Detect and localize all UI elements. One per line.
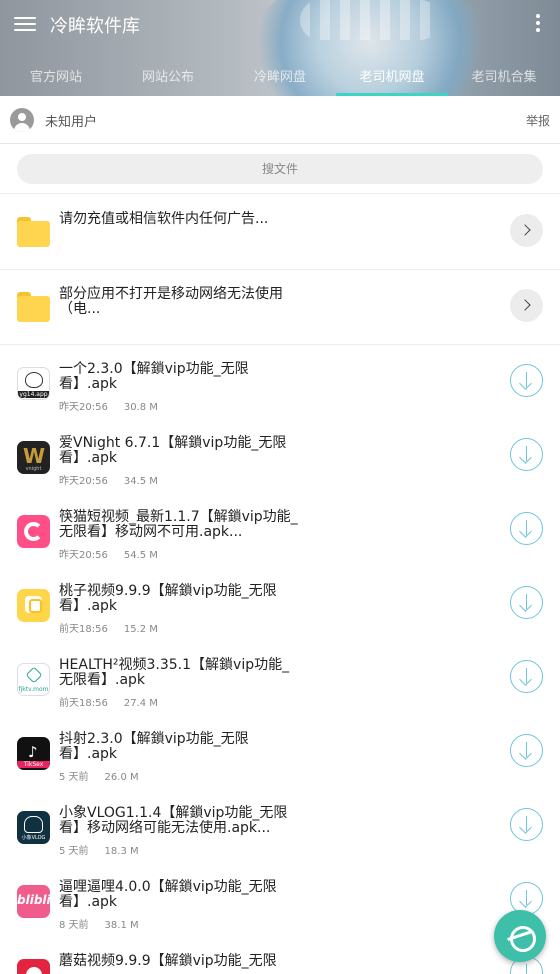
file-size: 30.8 M bbox=[123, 402, 158, 413]
file-size: 15.2 M bbox=[123, 624, 158, 635]
file-title: 逼哩逼哩4.0.0【解鎖vip功能_无限看】.apk bbox=[59, 879, 277, 910]
file-size: 27.4 M bbox=[123, 698, 158, 709]
tab-laosiji-collection[interactable]: 老司机合集 bbox=[448, 58, 560, 96]
health-app-icon: fjktv.mom bbox=[17, 663, 50, 696]
file-item[interactable]: ♪ TikSex 抖射2.3.0【解鎖vip功能_无限看】.apk 5 天前 26.… bbox=[0, 715, 560, 789]
file-meta: 8 天前 38.1 M bbox=[59, 916, 139, 931]
folder-title: 部分应用不打开是移动网络无法使用（电... bbox=[59, 286, 283, 317]
file-meta: 5 天前 18.3 M bbox=[59, 842, 139, 857]
file-item[interactable]: fjktv.mom HEALTH²视频3.35.1【解鎖vip功能_无限看】.a… bbox=[0, 641, 560, 715]
file-title: 蘑菇视频9.9.9【解鎖vip功能_无限 bbox=[59, 953, 277, 969]
file-title: 桃子视频9.9.9【解鎖vip功能_无限看】.apk bbox=[59, 583, 277, 614]
file-item[interactable]: 筷猫短视频_最新1.1.7【解鎖vip功能_无限看】移动网不可用.apk... … bbox=[0, 493, 560, 567]
browser-fab-icon[interactable] bbox=[494, 910, 546, 962]
file-meta: 前天18:56 15.2 M bbox=[59, 620, 158, 635]
kuaimao-app-icon bbox=[17, 515, 50, 548]
file-meta: 前天18:56 27.4 M bbox=[59, 694, 158, 709]
file-time: 昨天20:56 bbox=[59, 476, 108, 487]
file-item[interactable]: 蘑菇视频9.9.9【解鎖vip功能_无限 bbox=[0, 937, 560, 974]
download-icon[interactable] bbox=[510, 586, 543, 619]
download-icon[interactable] bbox=[510, 808, 543, 841]
file-item[interactable]: Wvnight 爱VNight 6.7.1【解鎖vip功能_无限看】.apk 昨… bbox=[0, 419, 560, 493]
file-time: 昨天20:56 bbox=[59, 402, 108, 413]
file-time: 昨天20:56 bbox=[59, 550, 108, 561]
download-icon[interactable] bbox=[510, 364, 543, 397]
tab-site-announcement[interactable]: 网站公布 bbox=[112, 58, 224, 96]
download-icon[interactable] bbox=[510, 438, 543, 471]
file-item[interactable]: blibli 逼哩逼哩4.0.0【解鎖vip功能_无限看】.apk 8 天前 38… bbox=[0, 863, 560, 937]
file-time: 8 天前 bbox=[59, 920, 89, 931]
file-meta: 5 天前 26.0 M bbox=[59, 768, 139, 783]
search-bar bbox=[0, 144, 560, 194]
file-title: 小象VLOG1.1.4【解鎖vip功能_无限看】移动网络可能无法使用.apk..… bbox=[59, 805, 288, 836]
blibli-app-icon: blibli bbox=[17, 885, 50, 918]
file-title: 抖射2.3.0【解鎖vip功能_无限看】.apk bbox=[59, 731, 249, 762]
mushroom-app-icon bbox=[17, 959, 50, 974]
report-link[interactable]: 举报 bbox=[526, 112, 550, 129]
elephant-app-icon: 小象VLOG bbox=[17, 811, 50, 844]
folder-item[interactable]: 部分应用不打开是移动网络无法使用（电... bbox=[0, 270, 560, 345]
user-row: 未知用户 举报 bbox=[0, 96, 560, 144]
folder-icon bbox=[17, 217, 50, 247]
chevron-right-icon[interactable] bbox=[510, 214, 543, 247]
file-item[interactable]: 小象VLOG 小象VLOG1.1.4【解鎖vip功能_无限看】移动网络可能无法使… bbox=[0, 789, 560, 863]
app-header: 冷眸软件库 官方网站 网站公布 冷眸网盘 老司机网盘 老司机合集 bbox=[0, 0, 560, 96]
folder-title: 请勿充值或相信软件内任何广告... bbox=[59, 211, 269, 227]
file-size: 38.1 M bbox=[104, 920, 139, 931]
tab-lengmou-disk[interactable]: 冷眸网盘 bbox=[224, 58, 336, 96]
file-size: 18.3 M bbox=[104, 846, 139, 857]
file-meta: 昨天20:56 34.5 M bbox=[59, 472, 158, 487]
file-meta: 昨天20:56 54.5 M bbox=[59, 546, 158, 561]
tab-official-site[interactable]: 官方网站 bbox=[0, 58, 112, 96]
file-size: 34.5 M bbox=[123, 476, 158, 487]
app-title: 冷眸软件库 bbox=[50, 16, 140, 37]
yige-app-icon: yg14.app bbox=[17, 367, 50, 400]
folder-item[interactable]: 请勿充值或相信软件内任何广告... bbox=[0, 195, 560, 270]
file-time: 前天18:56 bbox=[59, 698, 108, 709]
file-item[interactable]: yg14.app 一个2.3.0【解鎖vip功能_无限看】.apk 昨天20:5… bbox=[0, 345, 560, 419]
file-time: 前天18:56 bbox=[59, 624, 108, 635]
user-name: 未知用户 bbox=[45, 115, 98, 130]
file-list: 请勿充值或相信软件内任何广告... 部分应用不打开是移动网络无法使用（电... … bbox=[0, 195, 560, 974]
file-size: 26.0 M bbox=[104, 772, 139, 783]
vnight-app-icon: Wvnight bbox=[17, 441, 50, 474]
file-time: 5 天前 bbox=[59, 772, 89, 783]
download-icon[interactable] bbox=[510, 512, 543, 545]
file-meta: 昨天20:56 30.8 M bbox=[59, 398, 158, 413]
download-icon[interactable] bbox=[510, 660, 543, 693]
file-title: HEALTH²视频3.35.1【解鎖vip功能_无限看】.apk bbox=[59, 657, 290, 688]
file-time: 5 天前 bbox=[59, 846, 89, 857]
taozi-app-icon bbox=[17, 589, 50, 622]
avatar[interactable] bbox=[10, 108, 34, 132]
folder-icon bbox=[17, 292, 50, 322]
file-item[interactable]: 桃子视频9.9.9【解鎖vip功能_无限看】.apk 前天18:56 15.2 M bbox=[0, 567, 560, 641]
tab-bar: 官方网站 网站公布 冷眸网盘 老司机网盘 老司机合集 bbox=[0, 58, 560, 96]
tiksex-app-icon: ♪ TikSex bbox=[17, 737, 50, 770]
menu-icon[interactable] bbox=[14, 14, 36, 36]
file-title: 筷猫短视频_最新1.1.7【解鎖vip功能_无限看】移动网不可用.apk... bbox=[59, 509, 298, 540]
file-size: 54.5 M bbox=[123, 550, 158, 561]
file-title: 一个2.3.0【解鎖vip功能_无限看】.apk bbox=[59, 361, 249, 392]
search-input[interactable] bbox=[17, 154, 543, 184]
more-vert-icon[interactable] bbox=[534, 14, 542, 36]
chevron-right-icon[interactable] bbox=[510, 289, 543, 322]
file-title: 爱VNight 6.7.1【解鎖vip功能_无限看】.apk bbox=[59, 435, 287, 466]
download-icon[interactable] bbox=[510, 734, 543, 767]
tab-laosiji-disk[interactable]: 老司机网盘 bbox=[336, 58, 448, 96]
header-background-decoration bbox=[300, 0, 440, 40]
